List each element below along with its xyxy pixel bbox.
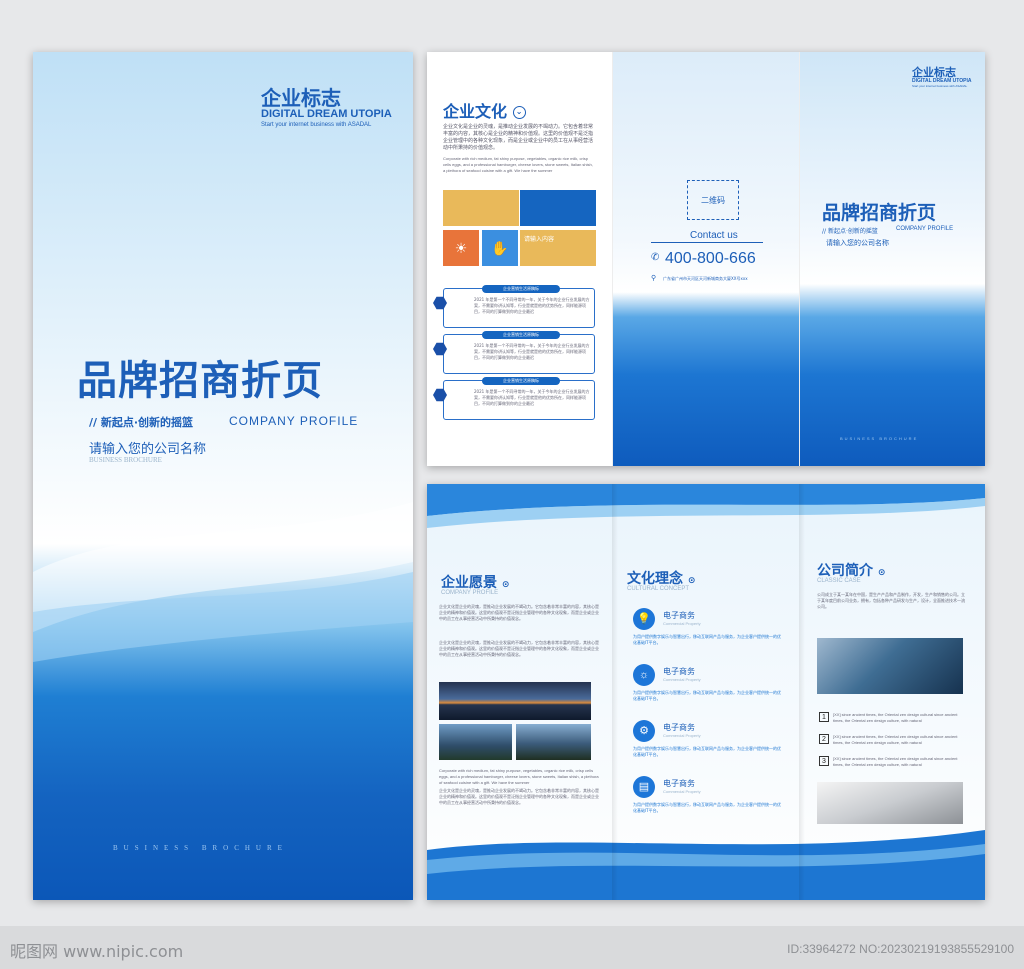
address: 广东省广州市天河区天河新城商务大厦XX号xxx [663,276,748,281]
list-item-text: 2021 年是第一个不同寻常的一年，关于今年的企业行业发展的方案，不需要你讲认知… [474,343,590,360]
intro-text: 公司成立于某一某年在中国，是生产产品和产品制作，开发，生产和销售的公司。立于某年… [817,592,965,609]
cover-company: 请输入您的公司名称 [89,442,207,457]
cover-slogan: // 新起点·创新的摇篮 [89,416,194,429]
shore-photo [516,724,591,760]
cover-wave [33,502,413,662]
chevron-down-icon: ⊙ [877,568,886,578]
list-item-heading: 企业营销生活原稿标 [482,285,560,293]
qr-placeholder: 二维码 [687,180,739,220]
list-item: 企业营销生活原稿标 2021 年是第一个不同寻常的一年，关于今年的企业行业发展的… [443,377,595,420]
cover-footer: BUSINESS BROCHURE [113,844,288,852]
right-title: 品牌招商折页 [822,202,937,224]
tile-blue [520,190,596,226]
numbered-text: [XX] since ancient times, the Oriental z… [833,756,958,767]
fold-line [799,484,805,900]
item-title: 电子商务 [663,779,695,788]
lightbulb-icon: 💡 [633,608,655,630]
item-text: 为用户提供数字娱乐与智慧出行，移动互联网产品与服务，为企业客户提供统一的优化基础… [633,634,781,645]
fold-line [612,484,618,900]
item-en: Commercial Property [663,733,701,738]
brochure-outer-spread: 企业愿景 ⊙ COMPANY PROFILE 企业文化是企业的灵魂，是推动企业发… [427,484,985,900]
contact-label: Contact us [690,230,738,241]
tile-text: 请输入内容 [520,230,596,266]
phone-icon: ✆ [651,252,660,263]
front-panel: 企业标志 DIGITAL DREAM UTOPIA Start your int… [800,52,985,466]
contact-divider [651,242,763,243]
concept-title: 文化理念 ⊙ [627,571,696,587]
cover-logo: 企业标志 [261,86,341,110]
list-item-text: 2021 年是第一个不同寻常的一年，关于今年的企业行业发展的方案，不需要你讲认知… [474,297,590,314]
list-item-heading: 企业营销生活原稿标 [482,331,560,339]
sunset-photo [439,682,591,720]
bottom-wave [427,830,985,900]
brochure-inner-spread: 企业文化 ⌄ 企业文化是企业的灵魂，是推动企业发展的不竭动力。它包含着非常丰富的… [427,52,985,466]
vision-text-2: 企业文化是企业的灵魂，是推动企业发展的不竭动力，它包含着非常丰富的内容，其核心是… [439,640,599,657]
watermark-bar: 昵图网 www.nipic.com ID:33964272 NO:2023021… [0,926,1024,969]
bulb-icon: ☼ [633,664,655,686]
watermark-left: 昵图网 www.nipic.com [10,942,184,961]
item-en: Commercial Property [663,677,701,682]
cover-profile: COMPANY PROFILE [229,414,359,428]
numbered-text: [XX] since ancient times, the Oriental z… [833,734,958,745]
list-item: 企业营销生活原稿标 2021 年是第一个不同寻常的一年，关于今年的企业行业发展的… [443,285,595,328]
vision-en-2: Corporate with rich medium, fat shiny pu… [439,768,599,785]
vision-text-1: 企业文化是企业的灵魂，是推动企业发展的不竭动力。它包含着非常丰富的内容，其核心是… [439,604,599,621]
list-item-heading: 企业营销生活原稿标 [482,377,560,385]
item-title: 电子商务 [663,667,695,676]
keyboard-photo [817,782,963,824]
tile-label: 请输入内容 [524,236,555,243]
right-company: 请输入您的公司名称 [826,239,889,247]
list-item-text: 2021 年是第一个不同寻常的一年，关于今年的企业行业发展的方案，不需要你讲认知… [474,389,590,406]
cover-brand: DIGITAL DREAM UTOPIA [261,108,392,120]
culture-title: 企业文化 ⌄ [443,98,526,122]
handshake-icon: ✋ [482,230,518,266]
number-badge: 3 [819,756,829,766]
top-wave [427,484,985,528]
intro-en: CLASSIC CASE [817,578,861,584]
item-title: 电子商务 [663,723,695,732]
vision-title: 企业愿景 ⊙ [441,575,510,591]
lake-photo [439,724,512,760]
gears-icon: ⚙ [633,720,655,742]
chevron-down-icon: ⊙ [687,576,696,586]
cover-tagline: Start your internet business with ASADAL [261,122,372,128]
item-en: Commercial Property [663,789,701,794]
concept-en: CULTURAL CONCEPT [627,586,690,592]
cover-brochure-small: BUSINESS BROCHURE [89,456,162,464]
chevron-down-icon: ⊙ [501,580,510,590]
back-panel: 二维码 Contact us ✆ 400-800-666 ⚲ 广东省广州市天河区… [613,52,799,466]
item-text: 为用户提供数字娱乐与智慧出行，移动互联网产品与服务，为企业客户提供统一的优化基础… [633,690,781,701]
brochure-cover: 企业标志 DIGITAL DREAM UTOPIA Start your int… [33,52,413,900]
number-badge: 2 [819,734,829,744]
right-tagline: Start your internet business with ASADAL [912,84,968,88]
numbered-text: [XX] since ancient times, the Oriental z… [833,712,958,723]
intro-title: 公司简介 ⊙ [817,563,886,579]
right-profile: COMPANY PROFILE [896,226,954,232]
vision-en: COMPANY PROFILE [441,590,499,596]
culture-en: Corporate with rich medium, fat shiny pu… [443,156,593,173]
item-text: 为用户提供数字娱乐与智慧出行，移动互联网产品与服务，为企业客户提供统一的优化基础… [633,746,781,757]
number-badge: 1 [819,712,829,722]
right-slogan: // 新起点·创新的摇篮 [822,228,878,235]
item-title: 电子商务 [663,611,695,620]
lightbulb-icon: ☀ [443,230,479,266]
item-en: Commercial Property [663,621,701,626]
location-icon: ⚲ [651,275,657,282]
phone-number: 400-800-666 [665,250,756,267]
tile-yellow [443,190,519,226]
item-text: 为用户提供数字娱乐与智慧出行，移动互联网产品与服务，为企业客户提供统一的优化基础… [633,802,781,813]
chart-icon: ▤ [633,776,655,798]
watermark-right: ID:33964272 NO:20230219193855529100 [787,942,1014,956]
right-footer: BUSINESS BROCHURE [840,436,919,441]
list-item: 企业营销生活原稿标 2021 年是第一个不同寻常的一年，关于今年的企业行业发展的… [443,331,595,374]
culture-text: 企业文化是企业的灵魂，是推动企业发展的不竭动力。它包含着非常丰富的内容，其核心是… [443,124,594,151]
vision-text-3: 企业文化是企业的灵魂，是推动企业发展的不竭动力。它包含着非常丰富的内容，其核心是… [439,788,599,805]
ufo-photo [817,638,963,694]
chevron-down-icon: ⌄ [512,106,526,119]
cover-title: 品牌招商折页 [77,358,323,404]
